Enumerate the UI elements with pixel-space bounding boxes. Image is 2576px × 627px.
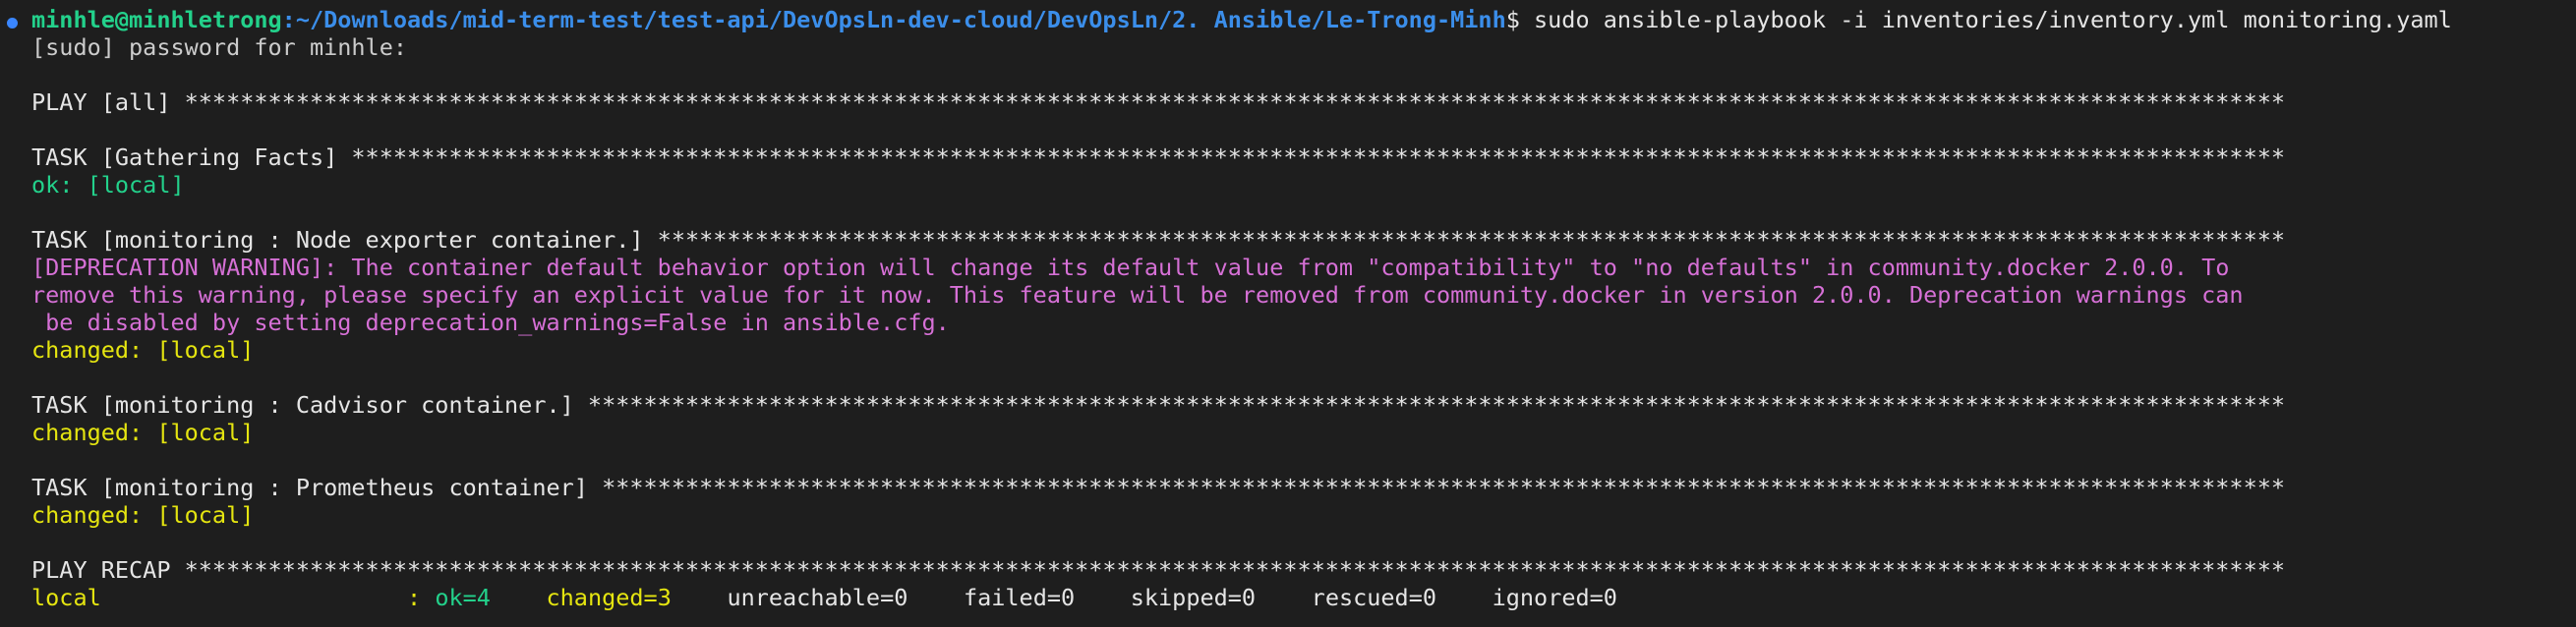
command-status-dot-icon — [7, 18, 18, 28]
task-header-cadvisor: TASK [monitoring : Cadvisor container.] … — [31, 391, 2286, 419]
task-header-gathering-facts: TASK [Gathering Facts] *****************… — [31, 143, 2286, 171]
play-header: PLAY [all] *****************************… — [31, 88, 2286, 116]
deprecation-warning-line-1: [DEPRECATION WARNING]: The container def… — [31, 254, 2230, 281]
sudo-password-prompt: [sudo] password for minhle: — [31, 33, 408, 61]
task-result-prometheus: changed: [local] — [31, 501, 255, 529]
deprecation-warning-line-3: be disabled by setting deprecation_warni… — [31, 309, 950, 336]
prompt-symbol: $ — [1505, 6, 1535, 33]
recap-host: local : — [31, 584, 436, 611]
play-recap-row: local : ok=4 changed=3 unreachable=0 fai… — [31, 584, 2576, 611]
recap-other-counts: unreachable=0 failed=0 skipped=0 rescued… — [713, 584, 1617, 611]
task-result-node-exporter: changed: [local] — [31, 336, 255, 364]
task-header-prometheus: TASK [monitoring : Prometheus container]… — [31, 474, 2286, 501]
deprecation-warning-line-2: remove this warning, please specify an e… — [31, 281, 2244, 309]
terminal-window[interactable]: minhle@minhletrong:~/Downloads/mid-term-… — [0, 0, 2576, 627]
recap-changed-count: changed=3 — [532, 584, 714, 611]
prompt-line: minhle@minhletrong:~/Downloads/mid-term-… — [31, 6, 2576, 33]
prompt-path: :~/Downloads/mid-term-test/test-api/DevO… — [281, 6, 1506, 33]
task-result-cadvisor: changed: [local] — [31, 419, 255, 446]
task-header-node-exporter: TASK [monitoring : Node exporter contain… — [31, 226, 2286, 254]
task-result-gathering-facts: ok: [local] — [31, 171, 185, 199]
prompt-user-host: minhle@minhletrong — [31, 6, 282, 33]
play-recap-header: PLAY RECAP *****************************… — [31, 556, 2286, 584]
recap-ok-count: ok=4 — [435, 584, 533, 611]
prompt-command: sudo ansible-playbook -i inventories/inv… — [1534, 6, 2452, 33]
